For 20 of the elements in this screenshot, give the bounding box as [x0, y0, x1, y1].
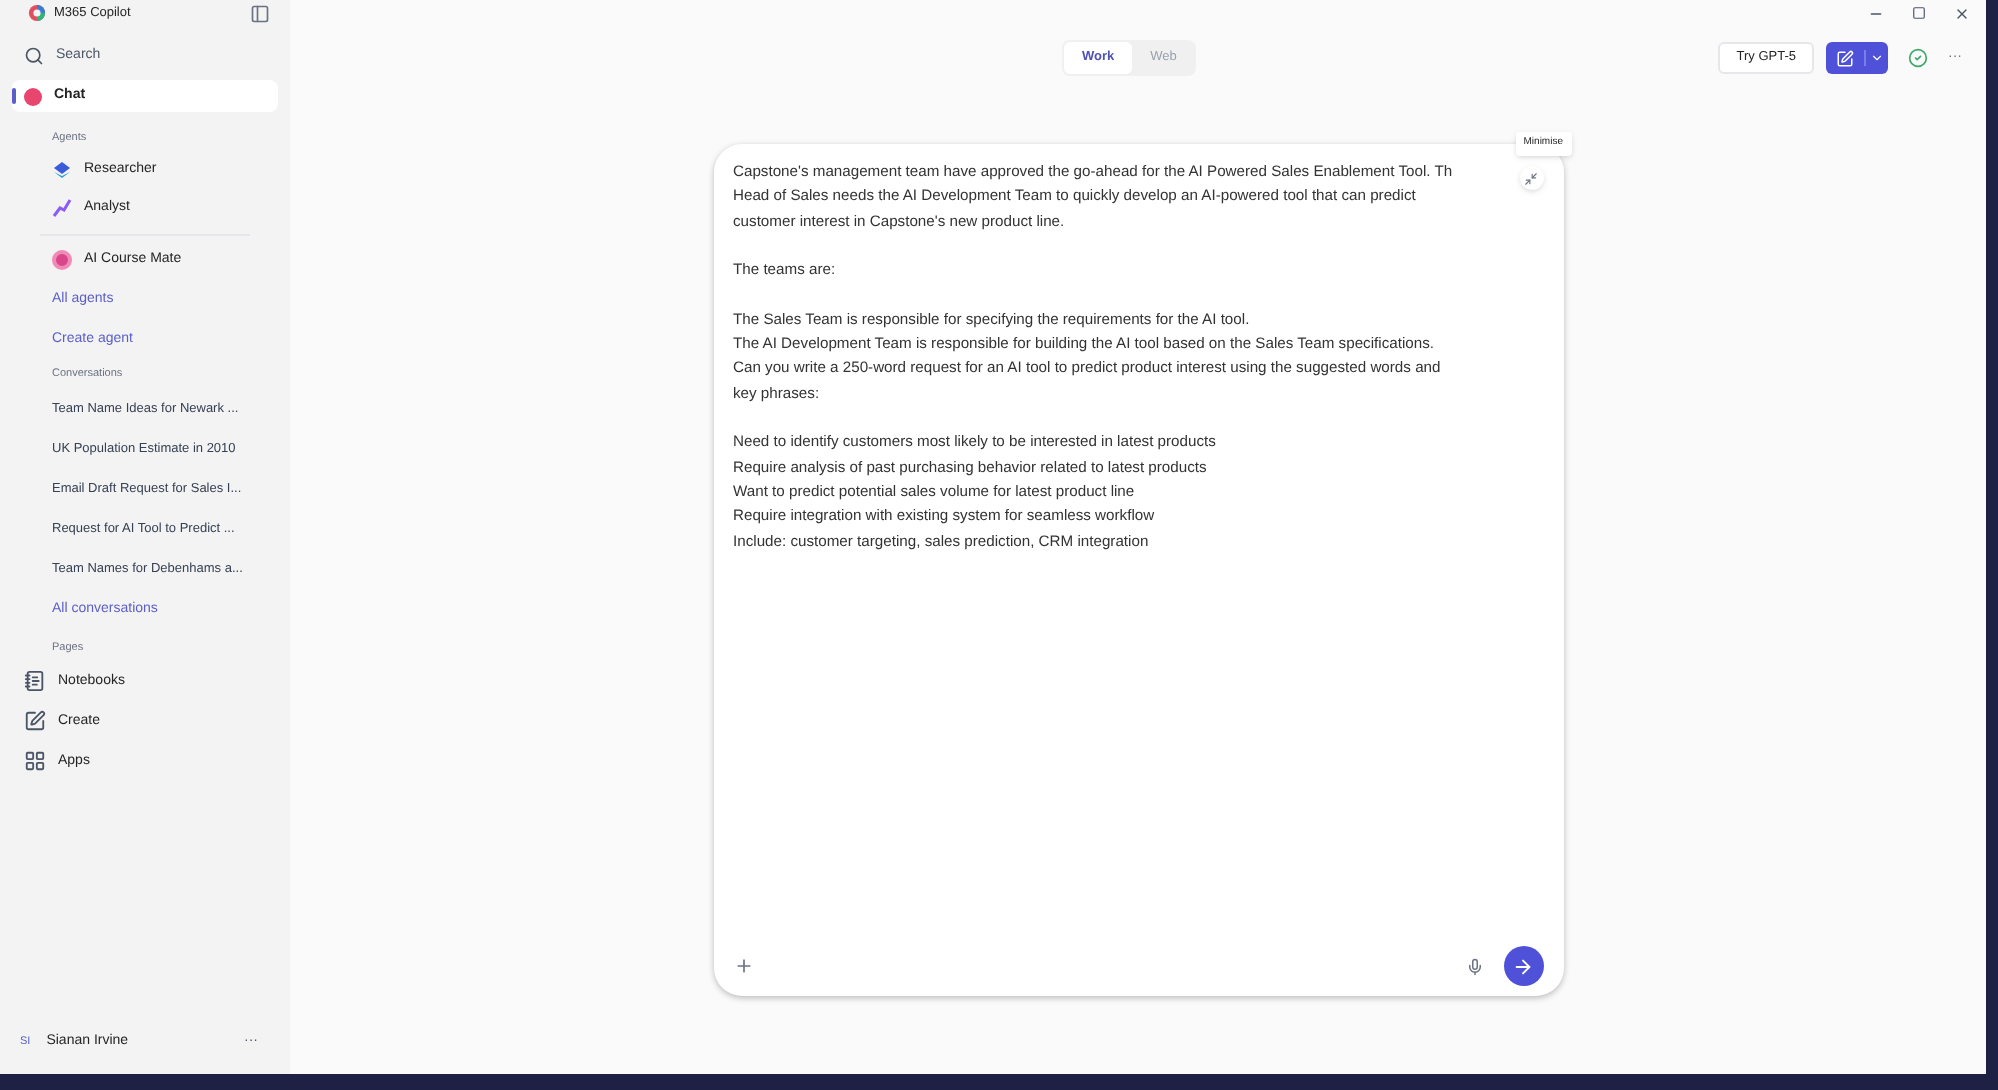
maximize-window-icon[interactable] — [1912, 6, 1926, 20]
create-icon — [24, 710, 46, 733]
layers-icon — [52, 160, 72, 181]
chat-icon — [24, 87, 42, 105]
minimize-icon — [1524, 171, 1538, 185]
search-icon — [24, 46, 44, 66]
status-check-icon — [1908, 48, 1928, 68]
trend-icon — [52, 198, 72, 219]
new-chat-button[interactable] — [1826, 42, 1888, 74]
notebook-icon — [24, 670, 46, 693]
microphone-icon[interactable] — [1465, 957, 1483, 975]
agent-avatar-icon — [52, 250, 72, 271]
close-icon[interactable] — [1954, 5, 1970, 21]
apps-icon — [24, 750, 46, 773]
new-chat-icon — [1836, 49, 1854, 67]
send-icon — [1512, 955, 1534, 977]
sidebar-toggle-icon[interactable] — [250, 3, 270, 23]
send-button[interactable] — [1503, 946, 1543, 986]
add-icon[interactable] — [733, 956, 753, 976]
minimize-button[interactable] — [1519, 166, 1543, 190]
